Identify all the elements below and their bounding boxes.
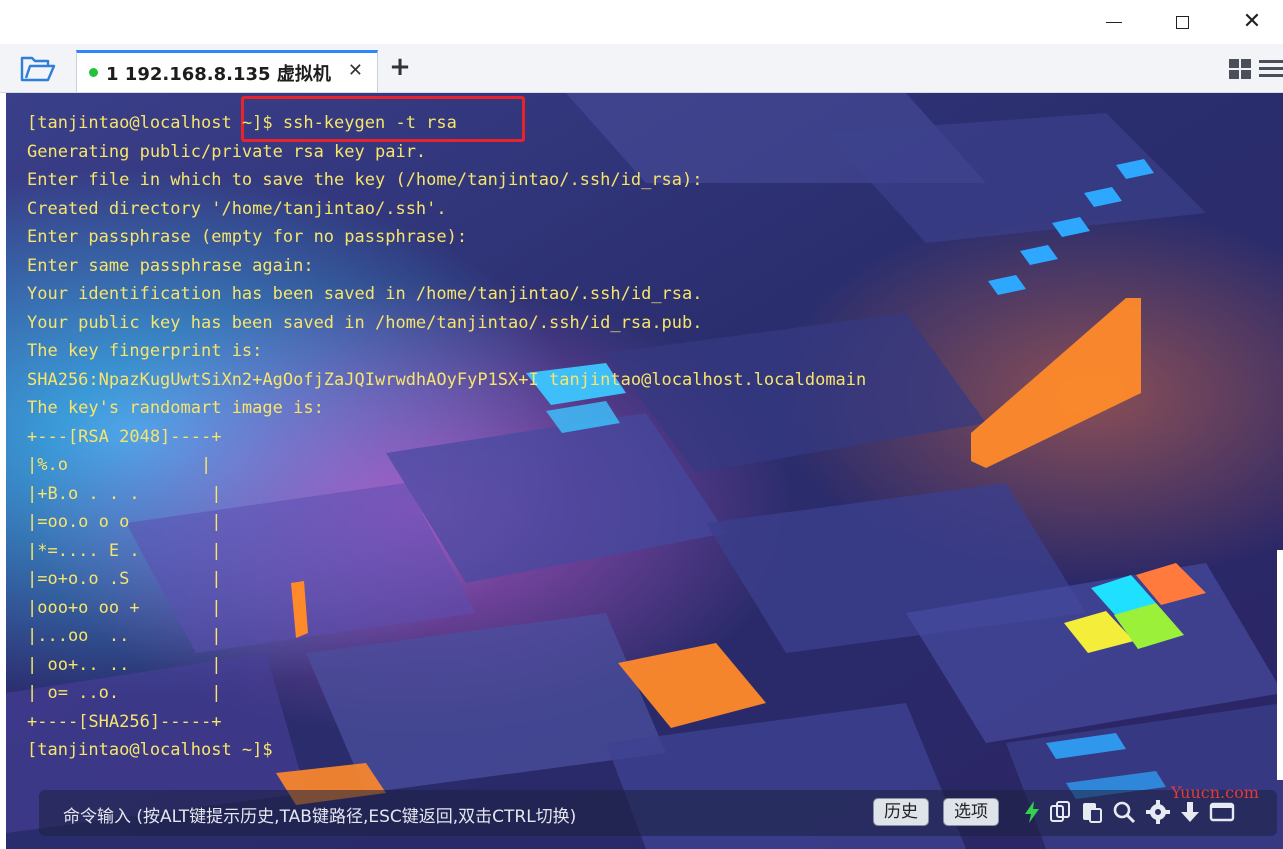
open-folder-button[interactable] xyxy=(20,54,56,84)
close-window-button[interactable]: ✕ xyxy=(1235,6,1269,38)
terminal-line: Your public key has been saved in /home/… xyxy=(27,312,703,333)
watermark-text: Yuucn.com xyxy=(1171,783,1259,802)
terminal-line: Enter passphrase (empty for no passphras… xyxy=(27,227,468,247)
copy-icon[interactable] xyxy=(1047,799,1073,825)
command-input-placeholder[interactable]: 命令输入 (按ALT键提示历史,TAB键路径,ESC键返回,双击CTRL切换) xyxy=(63,802,576,827)
terminal-line: |=o+o.o .S | xyxy=(27,569,222,589)
close-icon: ✕ xyxy=(1242,9,1262,34)
lightning-icon[interactable] xyxy=(1019,799,1045,825)
search-icon[interactable] xyxy=(1111,799,1137,825)
tab-session-1[interactable]: 1 192.168.8.135 虚拟机 ✕ xyxy=(76,50,378,92)
paste-icon[interactable] xyxy=(1079,799,1105,825)
terminal-line: |*=.... E . | xyxy=(27,540,222,561)
tab-label: 1 192.168.8.135 虚拟机 xyxy=(106,63,331,85)
terminal-line: Enter file in which to save the key (/ho… xyxy=(27,170,703,190)
terminal-line: Created directory '/home/tanjintao/.ssh'… xyxy=(27,198,447,219)
terminal-line: Generating public/private rsa key pair. xyxy=(27,141,427,162)
terminal-line: | oo+.. .. | xyxy=(27,654,222,675)
terminal-line: [tanjintao@localhost ~]$ ssh-keygen -t r… xyxy=(27,113,457,133)
gear-icon[interactable] xyxy=(1145,799,1171,825)
terminal-text: [tanjintao@localhost ~]$ ssh-keygen -t r… xyxy=(27,109,866,765)
minimize-button[interactable] xyxy=(1097,6,1131,38)
minimize-icon xyxy=(1106,21,1122,23)
terminal-line: |%.o | xyxy=(27,455,212,475)
terminal-line: |...oo .. | xyxy=(27,626,222,646)
terminal-line: +----[SHA256]-----+ xyxy=(27,711,222,732)
maximize-button[interactable] xyxy=(1165,6,1199,38)
terminal-line: Enter same passphrase again: xyxy=(27,255,314,276)
terminal-line: +---[RSA 2048]----+ xyxy=(27,426,222,447)
terminal-line: The key fingerprint is: xyxy=(27,341,263,361)
connection-status-icon xyxy=(89,68,98,77)
history-button[interactable]: 历史 xyxy=(873,798,929,826)
options-button[interactable]: 选项 xyxy=(943,798,999,826)
maximize-icon xyxy=(1175,15,1189,29)
title-bar: ✕ xyxy=(0,0,1283,44)
add-tab-button[interactable]: + xyxy=(388,52,412,82)
folder-icon xyxy=(20,56,56,82)
download-icon[interactable] xyxy=(1177,799,1203,825)
command-input-bar[interactable]: 命令输入 (按ALT键提示历史,TAB键路径,ESC键返回,双击CTRL切换) … xyxy=(39,790,1277,836)
split-layout-icon[interactable] xyxy=(1228,58,1252,80)
terminal-line: | o= ..o. | xyxy=(27,683,222,703)
terminal-line: The key's randomart image is: xyxy=(27,398,324,418)
terminal-line: |ooo+o oo + | xyxy=(27,597,222,618)
window-icon[interactable] xyxy=(1209,799,1235,825)
terminal-line: [tanjintao@localhost ~]$ xyxy=(27,740,273,760)
terminal-output-area[interactable]: [tanjintao@localhost ~]$ ssh-keygen -t r… xyxy=(6,93,1283,849)
tab-close-icon[interactable]: ✕ xyxy=(348,60,363,81)
terminal-line: SHA256:NpazKugUwtSiXn2+AgOofjZaJQIwrwdhA… xyxy=(27,369,867,390)
terminal-line: |=oo.o o o | xyxy=(27,512,222,532)
terminal-scrollbar[interactable] xyxy=(1277,550,1283,780)
menu-icon[interactable] xyxy=(1258,58,1283,80)
tab-bar: 1 192.168.8.135 虚拟机 ✕ + xyxy=(0,44,1283,93)
terminal-line: |+B.o . . . | xyxy=(27,483,222,504)
terminal-line: Your identification has been saved in /h… xyxy=(27,284,703,304)
terminal-app-window: ✕ 1 192.168.8.135 虚拟机 ✕ + [tanjintao@loc… xyxy=(0,0,1283,849)
